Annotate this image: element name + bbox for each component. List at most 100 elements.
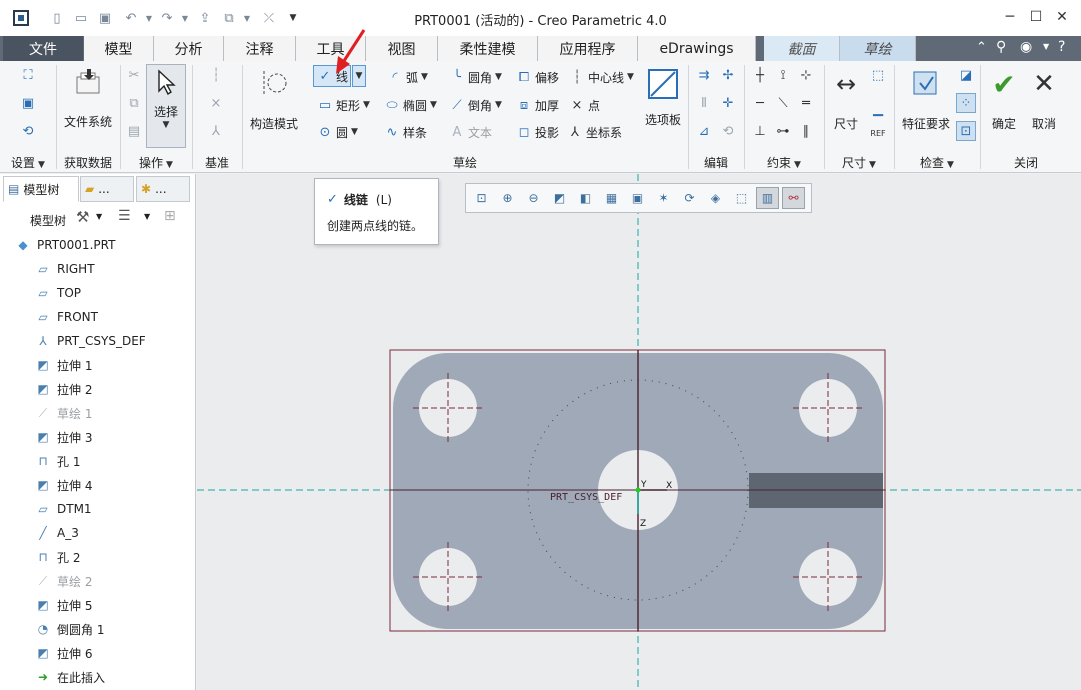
- sketch-display-filters-icon[interactable]: ⬚: [730, 187, 753, 209]
- close-button[interactable]: ✕: [1050, 7, 1074, 27]
- tab-applications[interactable]: 应用程序: [538, 36, 638, 61]
- help-community-icon[interactable]: ◉: [1020, 39, 1032, 55]
- thicken-button[interactable]: ⧈ 加厚: [515, 96, 559, 114]
- modify-icon[interactable]: ⇉: [694, 65, 714, 85]
- show-constraints-icon[interactable]: ⚯: [782, 187, 805, 209]
- shade-closed-loops-icon[interactable]: ⊡: [956, 121, 976, 141]
- repaint-icon[interactable]: ◩: [548, 187, 571, 209]
- dimension-button[interactable]: ↔ 尺寸: [826, 67, 866, 132]
- tree-item[interactable]: ▱ DTM1: [34, 497, 209, 521]
- sketch-canvas[interactable]: PRT_CSYS_DEF Y X Z: [197, 174, 1081, 690]
- tree-item[interactable]: ◩ 拉伸 2: [34, 377, 209, 401]
- rotate-resize-icon[interactable]: ⟲: [718, 121, 738, 141]
- midpoint-constraint-icon[interactable]: ⊹: [796, 65, 816, 85]
- saved-orientations-icon[interactable]: ▦: [600, 187, 623, 209]
- tree-item[interactable]: ◩ 拉伸 4: [34, 473, 209, 497]
- group-setup[interactable]: 设置 ▼: [0, 153, 56, 173]
- zoom-in-icon[interactable]: ⊕: [496, 187, 519, 209]
- help-icon[interactable]: ?: [1058, 39, 1065, 55]
- tree-filter-icon[interactable]: ☰: [118, 208, 131, 224]
- project-button[interactable]: ◻ 投影: [515, 123, 559, 141]
- baseline-icon[interactable]: ▁: [868, 99, 888, 119]
- horizontal-constraint-icon[interactable]: ─: [750, 93, 770, 113]
- tree-item[interactable]: ◩ 拉伸 1: [34, 353, 209, 377]
- paste-icon[interactable]: ▤: [124, 121, 144, 141]
- refit-icon[interactable]: ⊡: [470, 187, 493, 209]
- group-constrain[interactable]: 约束 ▼: [744, 153, 824, 173]
- tree-item[interactable]: ▱ TOP: [34, 281, 209, 305]
- search-icon[interactable]: ⚲: [996, 39, 1006, 55]
- corner-icon[interactable]: ⊿: [694, 121, 714, 141]
- tab-edrawings[interactable]: eDrawings: [638, 36, 756, 61]
- sketch-setup-icon[interactable]: ⛶: [18, 65, 38, 85]
- parallel-constraint-icon[interactable]: ∥: [796, 121, 816, 141]
- datum-display-icon[interactable]: ✶: [652, 187, 675, 209]
- palette-button[interactable]: 选项板: [640, 67, 686, 128]
- rectangle-button[interactable]: ▭ 矩形 ▼: [316, 96, 370, 114]
- tab-folder-browser[interactable]: ▰...: [80, 176, 134, 202]
- offset-button[interactable]: ⧠ 偏移: [515, 68, 559, 86]
- tree-item[interactable]: ▱ RIGHT: [34, 257, 209, 281]
- ellipse-button[interactable]: ⬭ 椭圆 ▼: [383, 96, 437, 114]
- zoom-out-icon[interactable]: ⊖: [522, 187, 545, 209]
- annotation-display-icon[interactable]: ◈: [704, 187, 727, 209]
- chamfer-button[interactable]: ⟋ 倒角 ▼: [448, 96, 502, 114]
- mirror-icon[interactable]: ⫴: [694, 93, 714, 113]
- csys-button[interactable]: ⅄ 坐标系: [566, 123, 622, 141]
- equal-constraint-icon[interactable]: ═: [796, 93, 816, 113]
- collapse-ribbon-icon[interactable]: ⌃: [976, 40, 987, 55]
- perpendicular-constraint-icon[interactable]: ⊥: [750, 121, 770, 141]
- highlight-open-ends-icon[interactable]: ◪: [956, 65, 976, 85]
- reference-dimension-icon[interactable]: REF: [868, 123, 888, 143]
- tree-columns-icon[interactable]: ⊞: [164, 208, 176, 224]
- centerline-button[interactable]: ┆ 中心线 ▼: [568, 68, 634, 86]
- construction-mode-button[interactable]: 构造模式: [246, 67, 302, 132]
- arc-button[interactable]: ◜ 弧 ▼: [386, 68, 427, 86]
- datum-csys-icon[interactable]: ⅄: [206, 121, 226, 141]
- tree-item[interactable]: ╱ A_3: [34, 521, 209, 545]
- tree-settings-dropdown-icon[interactable]: ▼: [96, 212, 102, 221]
- view-manager-icon[interactable]: ▣: [626, 187, 649, 209]
- group-operations[interactable]: 操作 ▼: [120, 153, 192, 173]
- cut-icon[interactable]: ✂: [124, 65, 144, 85]
- tree-item[interactable]: ⊓ 孔 2: [34, 545, 209, 569]
- group-dimension[interactable]: 尺寸 ▼: [824, 153, 894, 173]
- datum-point-icon[interactable]: ×: [206, 93, 226, 113]
- tree-item[interactable]: ➜ 在此插入: [34, 665, 209, 689]
- circle-button[interactable]: ⊙ 圆 ▼: [316, 123, 358, 141]
- perimeter-dimension-icon[interactable]: ⬚: [868, 65, 888, 85]
- file-system-button[interactable]: 文件系统: [60, 65, 116, 130]
- tab-model-tree[interactable]: ▤ 模型树: [3, 176, 79, 202]
- tree-item[interactable]: ◩ 拉伸 6: [34, 641, 209, 665]
- tree-item[interactable]: ⅄ PRT_CSYS_DEF: [34, 329, 209, 353]
- ok-button[interactable]: ✔ 确定: [984, 67, 1024, 132]
- tree-filter-dropdown-icon[interactable]: ▼: [144, 212, 150, 221]
- tab-sketch[interactable]: 草绘: [840, 36, 916, 61]
- delete-segment-icon[interactable]: ✢: [718, 65, 738, 85]
- divide-icon[interactable]: ✛: [718, 93, 738, 113]
- tree-item[interactable]: ◩ 拉伸 3: [34, 425, 209, 449]
- tab-analysis[interactable]: 分析: [154, 36, 224, 61]
- point-button[interactable]: × 点: [568, 96, 600, 114]
- sketch-view-icon[interactable]: ▥: [756, 187, 779, 209]
- cancel-button[interactable]: ✕ 取消: [1024, 67, 1064, 132]
- references-icon[interactable]: ⟲: [18, 121, 38, 141]
- datum-centerline-icon[interactable]: ┆: [206, 65, 226, 85]
- maximize-button[interactable]: ☐: [1024, 7, 1048, 27]
- tree-item[interactable]: ⊓ 孔 1: [34, 449, 209, 473]
- minimize-button[interactable]: ─: [998, 7, 1022, 27]
- overlapping-geometry-icon[interactable]: ⁘: [956, 93, 976, 113]
- tree-item[interactable]: ⟋ 草绘 1: [34, 401, 209, 425]
- tree-settings-icon[interactable]: ⚒: [76, 208, 89, 226]
- select-dropdown-icon[interactable]: ▼: [163, 120, 170, 130]
- tangent-constraint-icon[interactable]: ⟟: [773, 65, 793, 85]
- tree-item[interactable]: ◩ 拉伸 5: [34, 593, 209, 617]
- feature-requirements-button[interactable]: 特征要求: [898, 67, 954, 132]
- tab-annotate[interactable]: 注释: [224, 36, 296, 61]
- display-style-icon[interactable]: ◧: [574, 187, 597, 209]
- tab-model[interactable]: 模型: [84, 36, 154, 61]
- group-inspect[interactable]: 检查 ▼: [894, 153, 980, 173]
- tree-item[interactable]: ◆ PRT0001.PRT: [14, 233, 189, 257]
- sketch-view-icon[interactable]: ▣: [18, 93, 38, 113]
- graphics-window[interactable]: PRT_CSYS_DEF Y X Z: [197, 174, 1081, 690]
